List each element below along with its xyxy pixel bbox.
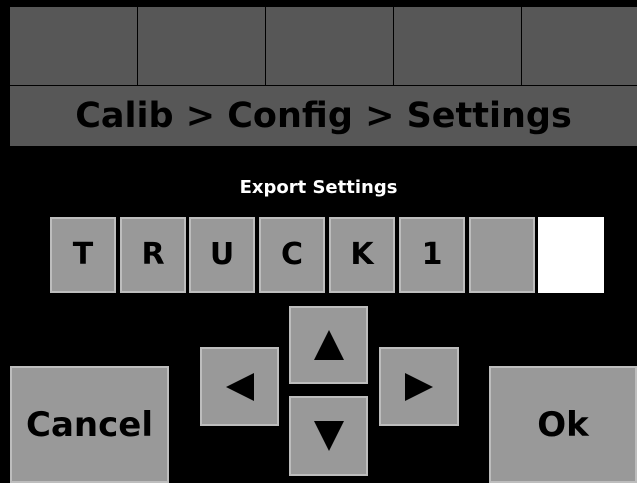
arrow-up-icon [313, 329, 345, 361]
dialog-title: Export Settings [239, 177, 398, 198]
top-softkey-row [10, 7, 637, 85]
char-cell-3[interactable]: U [189, 217, 255, 293]
arrow-left-icon [224, 371, 256, 403]
down-button[interactable] [289, 396, 368, 476]
char-cell-8-cursor[interactable] [538, 217, 604, 293]
breadcrumb: Calib > Config > Settings [10, 86, 637, 146]
export-settings-screen: Calib > Config > Settings Export Setting… [0, 0, 637, 483]
left-button[interactable] [200, 347, 279, 426]
softkey-4[interactable] [394, 7, 522, 85]
char-cell-5[interactable]: K [329, 217, 395, 293]
arrow-down-icon [313, 420, 345, 452]
char-cell-6[interactable]: 1 [399, 217, 465, 293]
char-cell-4[interactable]: C [259, 217, 325, 293]
ok-button[interactable]: Ok [489, 366, 637, 483]
up-button[interactable] [289, 306, 368, 384]
char-cell-7[interactable] [469, 217, 535, 293]
arrow-right-icon [403, 371, 435, 403]
softkey-5[interactable] [522, 7, 637, 85]
char-cell-2[interactable]: R [120, 217, 186, 293]
softkey-2[interactable] [138, 7, 266, 85]
cancel-button[interactable]: Cancel [10, 366, 169, 483]
softkey-3[interactable] [266, 7, 394, 85]
right-button[interactable] [379, 347, 459, 426]
char-cell-1[interactable]: T [50, 217, 116, 293]
softkey-1[interactable] [10, 7, 138, 85]
